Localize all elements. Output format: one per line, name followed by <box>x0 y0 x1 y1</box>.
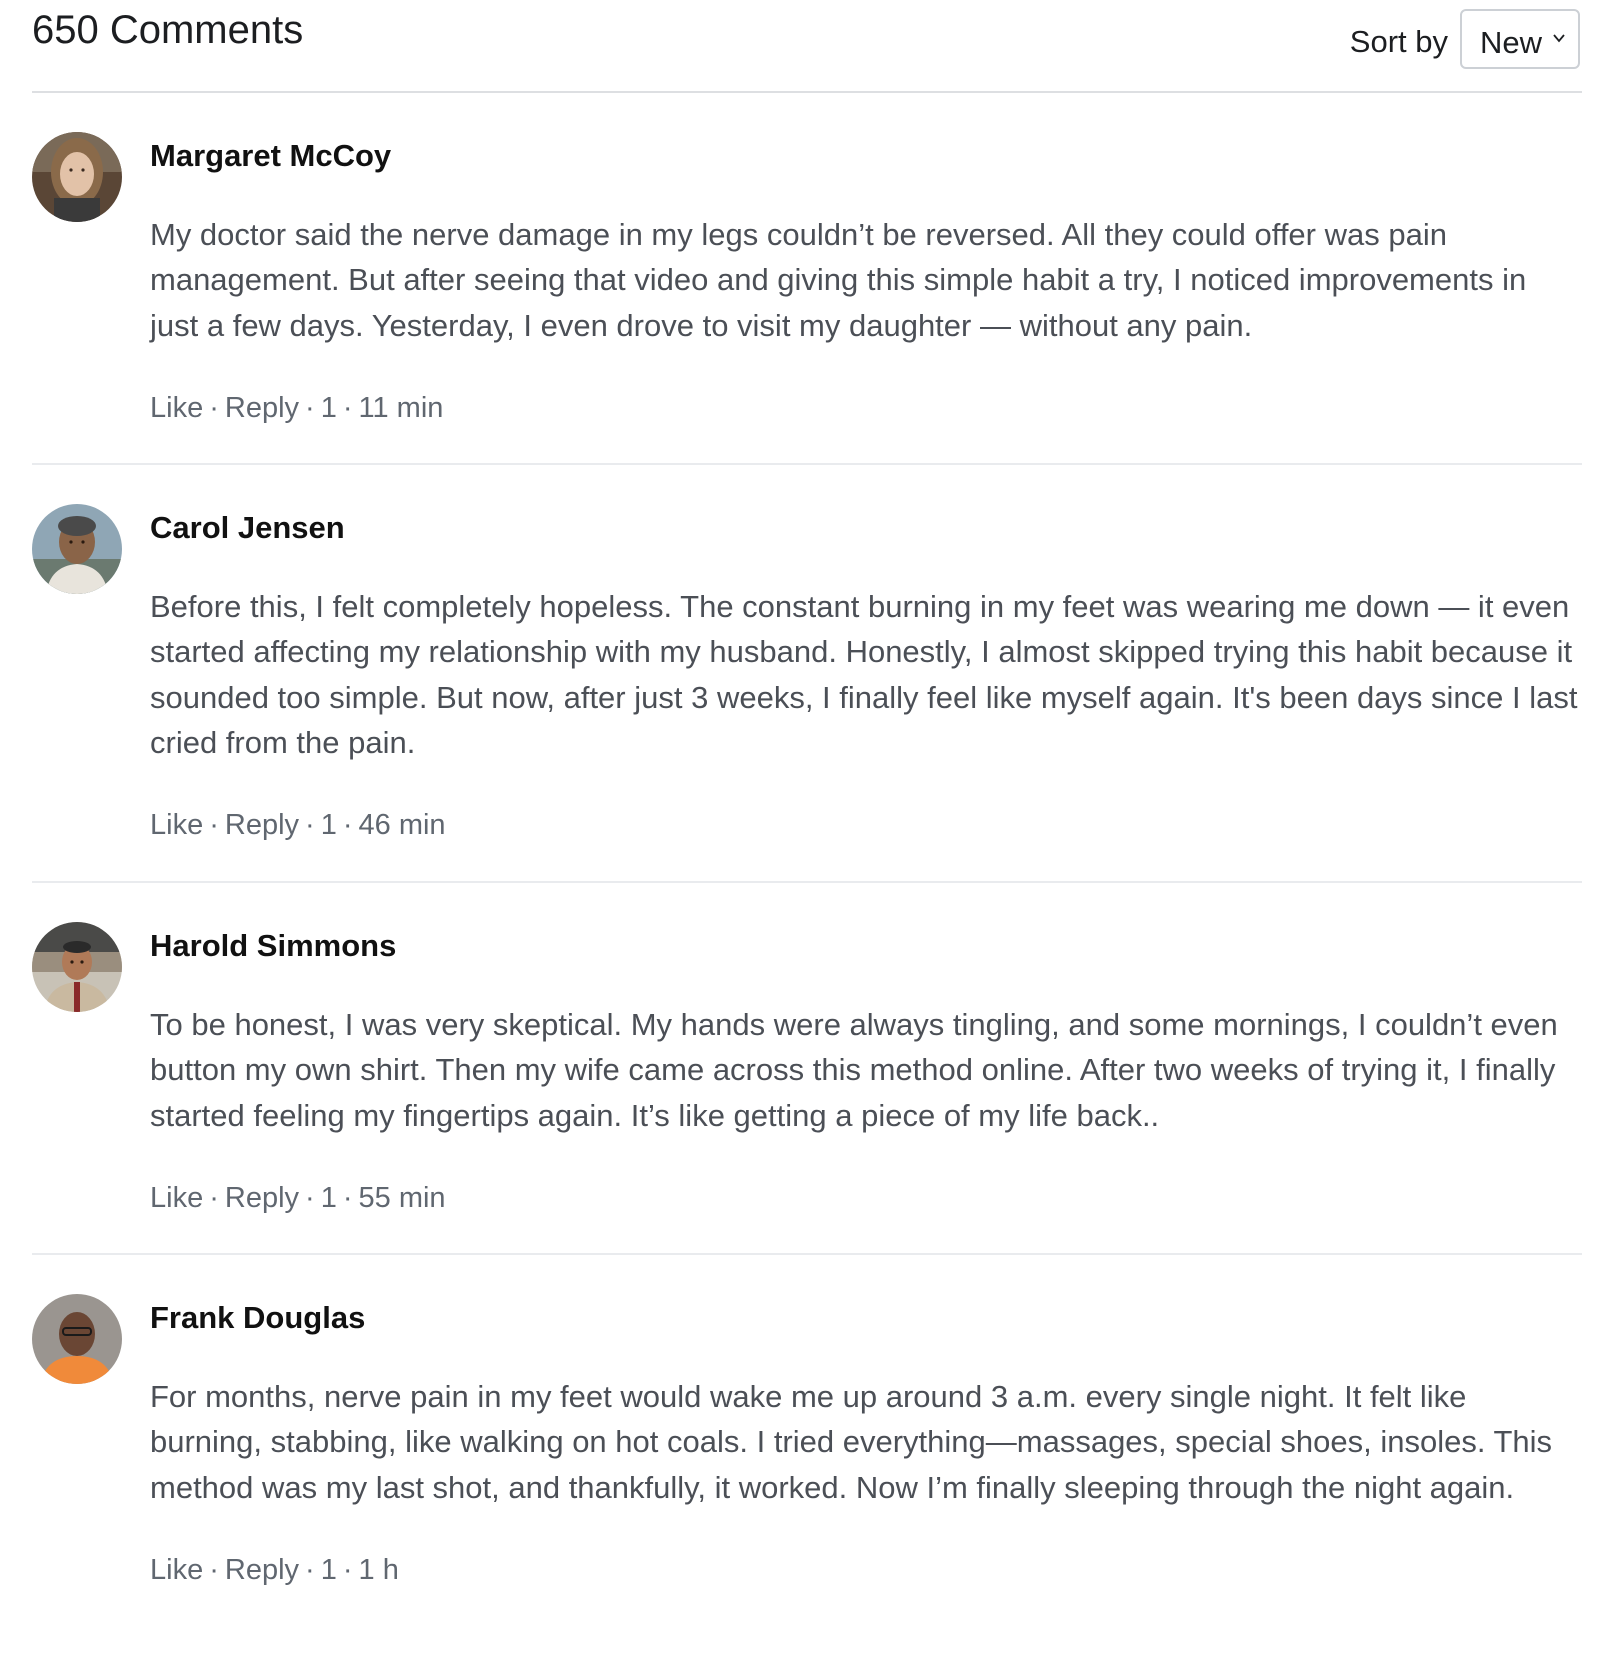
reply-link[interactable]: Reply <box>225 1182 299 1214</box>
comment-item: Margaret McCoy My doctor said the nerve … <box>32 93 1582 465</box>
comments-section: 650 Comments Sort by New Margaret McCoy … <box>32 0 1600 1655</box>
comment-author[interactable]: Frank Douglas <box>150 1298 1582 1338</box>
avatar[interactable] <box>32 132 122 222</box>
comment-meta: Like · Reply · 1 · 11 min <box>150 388 1582 428</box>
comment-author[interactable]: Carol Jensen <box>150 508 1582 548</box>
separator: · <box>342 809 353 842</box>
avatar[interactable] <box>32 504 122 594</box>
separator: · <box>342 1553 353 1586</box>
comment-body: Frank Douglas For months, nerve pain in … <box>150 1298 1582 1590</box>
comments-header: 650 Comments Sort by New <box>32 0 1582 93</box>
like-count: 1 <box>320 809 337 842</box>
comment-item: Harold Simmons To be honest, I was very … <box>32 883 1582 1255</box>
comment-text: My doctor said the nerve damage in my le… <box>150 217 1527 343</box>
chevron-down-icon <box>1553 34 1565 43</box>
like-link[interactable]: Like <box>150 392 203 424</box>
separator: · <box>209 809 219 842</box>
comment-body: Margaret McCoy My doctor said the nerve … <box>150 136 1582 428</box>
like-link[interactable]: Like <box>150 1182 203 1214</box>
separator: · <box>209 1181 219 1214</box>
like-count: 1 <box>320 391 337 424</box>
reply-link[interactable]: Reply <box>225 392 299 424</box>
comment-text: For months, nerve pain in my feet would … <box>150 1379 1553 1505</box>
comment-count: 650 Comments <box>32 8 304 52</box>
separator: · <box>209 1553 219 1586</box>
separator: · <box>342 1181 353 1214</box>
like-link[interactable]: Like <box>150 1554 203 1586</box>
comment-meta: Like · Reply · 1 · 55 min <box>150 1178 1582 1218</box>
comment-body: Harold Simmons To be honest, I was very … <box>150 926 1582 1218</box>
comment-item: Carol Jensen Before this, I felt complet… <box>32 465 1582 883</box>
separator: · <box>305 1553 315 1586</box>
separator: · <box>305 809 315 842</box>
separator: · <box>305 1181 315 1214</box>
separator: · <box>342 391 353 424</box>
comment-item: Frank Douglas For months, nerve pain in … <box>32 1255 1582 1655</box>
reply-link[interactable]: Reply <box>225 1554 299 1586</box>
avatar[interactable] <box>32 1294 122 1384</box>
separator: · <box>209 391 219 424</box>
comment-author[interactable]: Harold Simmons <box>150 926 1582 966</box>
sort-label: Sort by <box>1349 24 1448 59</box>
comment-time: 11 min <box>358 391 444 424</box>
comment-time: 55 min <box>358 1181 446 1214</box>
sort-selected-value: New <box>1480 25 1543 60</box>
comment-meta: Like · Reply · 1 · 46 min <box>150 805 1582 845</box>
comment-meta: Like · Reply · 1 · 1 h <box>150 1550 1582 1590</box>
like-link[interactable]: Like <box>150 809 203 841</box>
separator: · <box>305 391 315 424</box>
like-count: 1 <box>320 1553 337 1586</box>
comment-author[interactable]: Margaret McCoy <box>150 136 1582 176</box>
comment-text: Before this, I felt completely hopeless.… <box>150 589 1578 760</box>
avatar[interactable] <box>32 922 122 1012</box>
comment-body: Carol Jensen Before this, I felt complet… <box>150 508 1582 845</box>
comment-text: To be honest, I was very skeptical. My h… <box>150 1007 1558 1133</box>
comment-time: 1 h <box>358 1553 399 1586</box>
sort-dropdown[interactable]: New <box>1460 9 1580 69</box>
like-count: 1 <box>320 1181 337 1214</box>
reply-link[interactable]: Reply <box>225 809 299 841</box>
comment-time: 46 min <box>358 809 446 842</box>
